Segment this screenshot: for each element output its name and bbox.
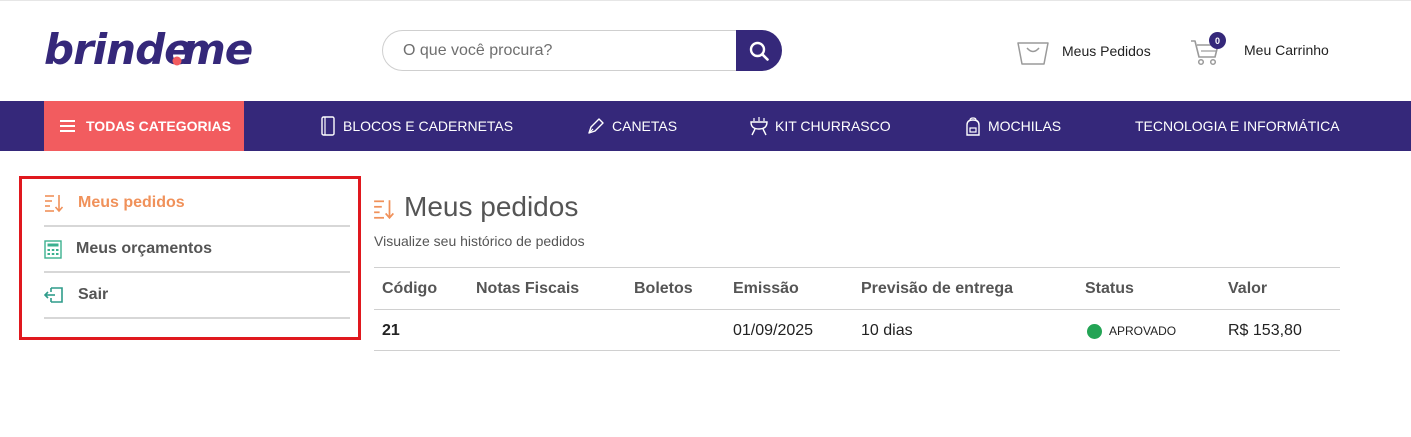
my-cart-label: Meu Carrinho bbox=[1244, 42, 1329, 58]
sidebar-item-sair[interactable]: Sair bbox=[44, 273, 350, 319]
nav-item-label: TECNOLOGIA E INFORMÁTICA bbox=[1135, 118, 1340, 134]
column-header-codigo[interactable]: Código bbox=[382, 268, 437, 310]
brand-logo[interactable]: brinde me bbox=[44, 24, 254, 78]
calculator-icon bbox=[44, 239, 62, 259]
cell-previsao: 10 dias bbox=[861, 322, 913, 339]
top-divider bbox=[0, 0, 1411, 1]
account-sidebar: Meus pedidos Meus orçamentos Sair bbox=[19, 176, 361, 340]
logout-icon bbox=[44, 287, 63, 303]
nav-item-canetas[interactable]: CANETAS bbox=[587, 101, 677, 151]
table-row[interactable]: 21 01/09/2025 10 dias APROVADO R$ 153,80 bbox=[374, 309, 1340, 351]
column-header-boletos[interactable]: Boletos bbox=[634, 268, 693, 310]
page-subtitle: Visualize seu histórico de pedidos bbox=[374, 233, 585, 249]
nav-item-label: KIT CHURRASCO bbox=[775, 118, 891, 134]
column-header-notas-fiscais[interactable]: Notas Fiscais bbox=[476, 268, 579, 310]
nav-item-label: CANETAS bbox=[612, 118, 678, 134]
search-bar bbox=[382, 30, 782, 71]
nav-item-label: MOCHILAS bbox=[988, 118, 1062, 134]
category-navbar: TODAS CATEGORIAS BLOCOS E CADERNETAS CAN… bbox=[0, 101, 1411, 151]
table-header-row: Código Notas Fiscais Boletos Emissão Pre… bbox=[374, 267, 1340, 309]
svg-text:brinde: brinde bbox=[44, 25, 192, 74]
backpack-icon bbox=[966, 116, 980, 136]
sort-list-icon bbox=[374, 200, 395, 220]
my-cart-link[interactable]: 0 Meu Carrinho bbox=[1190, 30, 1329, 70]
nav-item-blocos[interactable]: BLOCOS E CADERNETAS bbox=[320, 101, 513, 151]
search-icon bbox=[749, 41, 769, 61]
sidebar-item-label: Meus pedidos bbox=[78, 194, 185, 211]
status-dot-icon bbox=[1087, 323, 1102, 339]
notebook-icon bbox=[321, 116, 335, 136]
search-input[interactable] bbox=[382, 30, 752, 71]
cart-count-badge: 0 bbox=[1209, 32, 1226, 49]
pen-icon bbox=[588, 118, 604, 134]
cell-valor: R$ 153,80 bbox=[1228, 322, 1302, 339]
column-header-status[interactable]: Status bbox=[1085, 268, 1134, 310]
column-header-previsao[interactable]: Previsão de entrega bbox=[861, 268, 1013, 310]
orders-table: Código Notas Fiscais Boletos Emissão Pre… bbox=[374, 267, 1340, 351]
my-orders-link[interactable]: Meus Pedidos bbox=[1016, 33, 1151, 69]
all-categories-button[interactable]: TODAS CATEGORIAS bbox=[44, 101, 244, 151]
nav-item-kit-churrasco[interactable]: KIT CHURRASCO bbox=[750, 101, 891, 151]
nav-item-tecnologia[interactable]: TECNOLOGIA E INFORMÁTICA bbox=[1135, 101, 1340, 151]
cell-codigo[interactable]: 21 bbox=[382, 310, 400, 352]
nav-item-label: BLOCOS E CADERNETAS bbox=[343, 118, 514, 134]
sidebar-item-meus-orcamentos[interactable]: Meus orçamentos bbox=[44, 227, 350, 273]
search-button[interactable] bbox=[736, 30, 782, 71]
sidebar-item-meus-pedidos[interactable]: Meus pedidos bbox=[44, 181, 350, 227]
sidebar-item-label: Meus orçamentos bbox=[76, 240, 213, 257]
nav-item-mochilas[interactable]: MOCHILAS bbox=[965, 101, 1061, 151]
shopping-bag-icon bbox=[1017, 42, 1049, 65]
menu-icon bbox=[60, 120, 75, 132]
sort-list-icon bbox=[45, 195, 64, 213]
page-title: Meus pedidos bbox=[404, 191, 579, 222]
column-header-emissao[interactable]: Emissão bbox=[733, 268, 799, 310]
status-badge: APROVADO bbox=[1087, 310, 1176, 352]
cell-emissao: 01/09/2025 bbox=[733, 322, 814, 339]
cart-icon-wrap: 0 bbox=[1190, 32, 1226, 68]
sidebar-item-label: Sair bbox=[78, 286, 109, 303]
status-text: APROVADO bbox=[1109, 324, 1177, 338]
column-header-valor[interactable]: Valor bbox=[1228, 268, 1267, 310]
svg-text:me: me bbox=[182, 25, 252, 74]
grill-icon bbox=[750, 117, 768, 136]
all-categories-label: TODAS CATEGORIAS bbox=[86, 118, 231, 134]
my-orders-label: Meus Pedidos bbox=[1062, 43, 1151, 59]
